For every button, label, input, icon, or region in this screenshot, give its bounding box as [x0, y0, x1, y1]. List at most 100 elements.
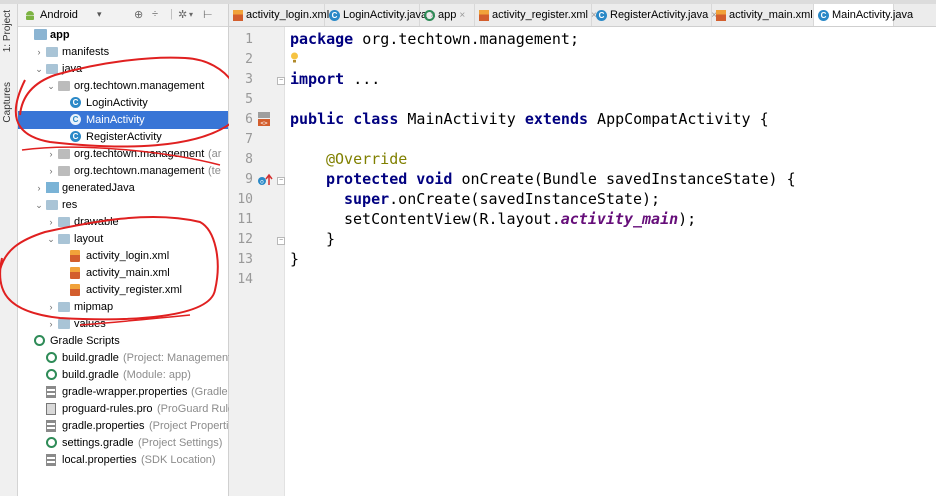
line-number: 7	[245, 132, 253, 147]
tree-item[interactable]: › drawable	[18, 213, 228, 231]
project-side-tab[interactable]: 1: Project	[2, 10, 15, 52]
chevron-down-icon[interactable]: ▾	[97, 9, 102, 20]
collapse-icon[interactable]: ÷	[152, 8, 158, 20]
editor-tab[interactable]: C MainActivity.java	[814, 4, 913, 26]
override-marker-icon[interactable]: o	[257, 173, 275, 187]
code-line-6: public class MainActivity extends AppCom…	[290, 110, 769, 128]
code-line-8: @Override	[326, 150, 407, 168]
chevron-right-icon[interactable]: ›	[34, 43, 44, 61]
xml-file-icon	[233, 9, 243, 21]
code-line-9: protected void onCreate(Bundle savedInst…	[326, 170, 796, 188]
chevron-right-icon[interactable]: ›	[46, 298, 56, 316]
editor-tab[interactable]: activity_main.xml×	[712, 4, 822, 26]
editor-tab[interactable]: C RegisterActivity.java ×	[592, 4, 717, 26]
chevron-down-icon[interactable]: ⌄	[34, 196, 44, 214]
tree-item-label: activity_main.xml	[86, 267, 170, 279]
class-icon: C	[818, 9, 829, 21]
chevron-right-icon[interactable]: ›	[46, 162, 56, 180]
generated-folder-icon	[46, 182, 59, 193]
tree-item[interactable]: ⌄ java	[18, 60, 228, 78]
tree-item[interactable]: activity_register.xml	[18, 281, 228, 299]
tree-item-label: Gradle Scripts	[50, 335, 120, 347]
xml-file-icon	[716, 9, 726, 21]
chevron-right-icon[interactable]: ›	[46, 213, 56, 231]
chevron-down-icon[interactable]: ⌄	[46, 230, 56, 248]
fold-marker-icon[interactable]: −	[277, 177, 285, 185]
tree-item[interactable]: › generatedJava	[18, 179, 228, 197]
toolbar-divider: |	[170, 8, 173, 20]
editor-tab-label: activity_main.xml	[729, 9, 813, 21]
chevron-down-icon[interactable]: ⌄	[46, 77, 56, 95]
tree-item[interactable]: gradle-wrapper.properties (Gradle	[18, 383, 228, 401]
editor-tab[interactable]: activity_login.xml×	[229, 4, 338, 26]
tree-item[interactable]: › manifests	[18, 43, 228, 61]
code-text: );	[678, 210, 697, 228]
tree-item-hint: (te	[208, 165, 221, 177]
keyword: package	[290, 30, 354, 48]
tree-item[interactable]: ⌄ res	[18, 196, 228, 214]
code-line-3: import ...	[290, 70, 380, 88]
tree-item[interactable]: build.gradle (Module: app)	[18, 366, 228, 384]
tree-item[interactable]: ⌄ org.techtown.management	[18, 77, 228, 95]
editor-tab[interactable]: C LoginActivity.java ×	[325, 4, 436, 26]
fold-marker-icon[interactable]: −	[277, 237, 285, 245]
project-panel: Android ▾ ⊕ ÷ | ✲ ▾ ⊢ app › manifests ⌄ java…	[0, 4, 241, 496]
folder-icon	[46, 47, 58, 57]
gear-icon[interactable]: ✲	[178, 8, 187, 21]
tree-item[interactable]: Gradle Scripts	[18, 332, 228, 350]
tree-item[interactable]: proguard-rules.pro (ProGuard Rule	[18, 400, 234, 418]
project-view-selector[interactable]: Android	[40, 9, 78, 21]
code-text: AppCompatActivity {	[588, 110, 769, 128]
tree-item[interactable]: C LoginActivity	[18, 94, 228, 112]
tree-item[interactable]: activity_main.xml	[18, 264, 228, 282]
code-text: org.techtown.management;	[353, 30, 579, 48]
class-icon: C	[596, 9, 607, 21]
editor-tab[interactable]: app ×	[420, 4, 475, 26]
code-text: onCreate(Bundle savedInstanceState) {	[452, 170, 796, 188]
tree-item[interactable]: › org.techtown.management (ar	[18, 145, 228, 163]
class-icon: C	[329, 9, 340, 21]
editor-tab[interactable]: activity_register.xml ×	[475, 4, 597, 26]
code-text: setContentView(R.layout.	[344, 210, 561, 228]
line-number: 1	[245, 32, 253, 47]
tree-item[interactable]: › org.techtown.management (te	[18, 162, 228, 180]
code-editor[interactable]: package org.techtown.management; import …	[290, 27, 936, 496]
project-toolbar: Android ▾ ⊕ ÷ | ✲ ▾ ⊢	[18, 4, 228, 27]
editor-gutter: 1 2 3 5 6 7 8 9 10 11 12 13 14 <> o − − …	[229, 27, 285, 496]
tree-item-label: local.properties	[62, 454, 137, 466]
chevron-right-icon[interactable]: ›	[34, 179, 44, 197]
folder-icon	[58, 234, 70, 244]
tree-item[interactable]: C MainActivity	[18, 111, 228, 129]
tree-item[interactable]: local.properties (SDK Location)	[18, 451, 228, 469]
tree-item[interactable]: app	[18, 26, 228, 44]
hide-icon[interactable]: ⊢	[203, 8, 213, 21]
line-number: 2	[245, 52, 253, 67]
chevron-right-icon[interactable]: ›	[46, 315, 56, 333]
tree-item[interactable]: build.gradle (Project: Management	[18, 349, 231, 367]
code-line-12: }	[326, 230, 336, 248]
tree-item[interactable]: › mipmap	[18, 298, 228, 316]
fold-marker-icon[interactable]: −	[277, 77, 285, 85]
tree-item[interactable]: activity_login.xml	[18, 247, 228, 265]
tree-item-label: app	[50, 29, 70, 41]
tree-item[interactable]: › values	[18, 315, 228, 333]
class-icon: C	[70, 114, 81, 125]
tree-item[interactable]: settings.gradle (Project Settings)	[18, 434, 228, 452]
chevron-down-icon[interactable]: ⌄	[34, 60, 44, 78]
xml-file-icon	[70, 284, 80, 296]
tree-item-label: RegisterActivity	[86, 131, 162, 143]
tree-item-label: org.techtown.management	[74, 148, 205, 160]
captures-side-tab-label: Captures	[2, 82, 13, 123]
captures-side-tab[interactable]: Captures	[2, 82, 15, 123]
app-module-icon	[34, 29, 47, 40]
gear-caret-icon[interactable]: ▾	[189, 10, 193, 19]
lightbulb-icon[interactable]	[290, 52, 299, 63]
folder-icon	[58, 217, 70, 227]
tree-item[interactable]: C RegisterActivity	[18, 128, 228, 146]
layout-file-icon[interactable]: <>	[257, 111, 271, 127]
tree-item[interactable]: gradle.properties (Project Propertie	[18, 417, 235, 435]
tree-item[interactable]: ⌄ layout	[18, 230, 228, 248]
close-icon[interactable]: ×	[459, 10, 465, 21]
globe-icon[interactable]: ⊕	[134, 8, 143, 21]
chevron-right-icon[interactable]: ›	[46, 145, 56, 163]
